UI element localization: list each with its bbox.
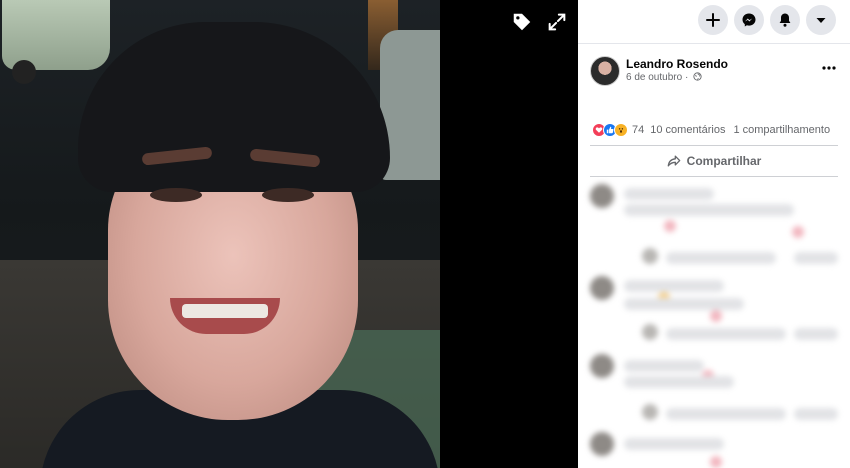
comment-bubble [624,360,704,372]
reply-avatar [642,324,658,340]
post-meta: 6 de outubro · [626,72,702,83]
reply-bubble [794,408,838,420]
reply-bubble [666,252,776,264]
reply-bubble [794,328,838,340]
comment-reaction [710,456,722,468]
comment-reaction [710,310,722,322]
divider-top [590,145,838,146]
reply-bubble [666,328,786,340]
post-date[interactable]: 6 de outubro [626,72,682,83]
comment-reaction [792,226,804,238]
author-avatar[interactable] [590,56,620,86]
reactions-summary: 74 10 comentários 1 compartilhamento [592,120,838,140]
reaction-count[interactable]: 74 [632,124,644,136]
photo-cap [78,22,390,192]
share-label: Compartilhar [686,154,762,168]
comment-avatar [590,354,614,378]
share-count[interactable]: 1 compartilhamento [733,124,830,136]
caret-down-icon [816,18,826,23]
comment-bubble [624,298,744,310]
author-name[interactable]: Leandro Rosendo [626,57,728,71]
account-menu-button[interactable] [806,5,836,35]
comment-avatar [590,432,614,456]
reply-avatar [642,404,658,420]
messenger-icon [742,13,756,27]
create-button[interactable] [698,5,728,35]
share-button[interactable]: Compartilhar [590,148,838,174]
post-side-panel: Leandro Rosendo 6 de outubro · 74 10 com… [578,0,850,468]
expand-icon[interactable] [545,10,569,34]
globe-icon [693,72,702,81]
divider-bottom [590,176,838,177]
photo-eye-left [150,188,202,202]
reply-bubble [794,252,838,264]
comments-list-blurred [578,180,850,468]
tag-icon[interactable] [510,10,534,34]
plus-icon [706,13,720,27]
photo-eye-right [262,188,314,202]
comment-bubble [624,204,794,216]
post-options-button[interactable] [818,59,840,77]
notifications-button[interactable] [770,5,800,35]
comment-bubble [624,438,724,450]
messenger-button[interactable] [734,5,764,35]
bell-icon [779,13,791,27]
reply-bubble [666,408,786,420]
comment-avatar [590,276,614,300]
comment-bubble [624,188,714,200]
top-bar [578,0,850,44]
photo-viewer [0,0,578,468]
photo-car [2,0,110,84]
reply-avatar [642,248,658,264]
comment-bubble [624,376,734,388]
post-header: Leandro Rosendo 6 de outubro · [590,56,840,90]
comment-reaction [664,220,676,232]
ellipsis-icon [822,66,836,70]
post-photo[interactable] [0,0,440,468]
comment-count[interactable]: 10 comentários [650,124,725,136]
wow-reaction-icon[interactable] [614,123,628,137]
share-icon [667,155,680,167]
comment-bubble [624,280,724,292]
meta-separator: · [684,72,689,83]
comment-avatar [590,184,614,208]
